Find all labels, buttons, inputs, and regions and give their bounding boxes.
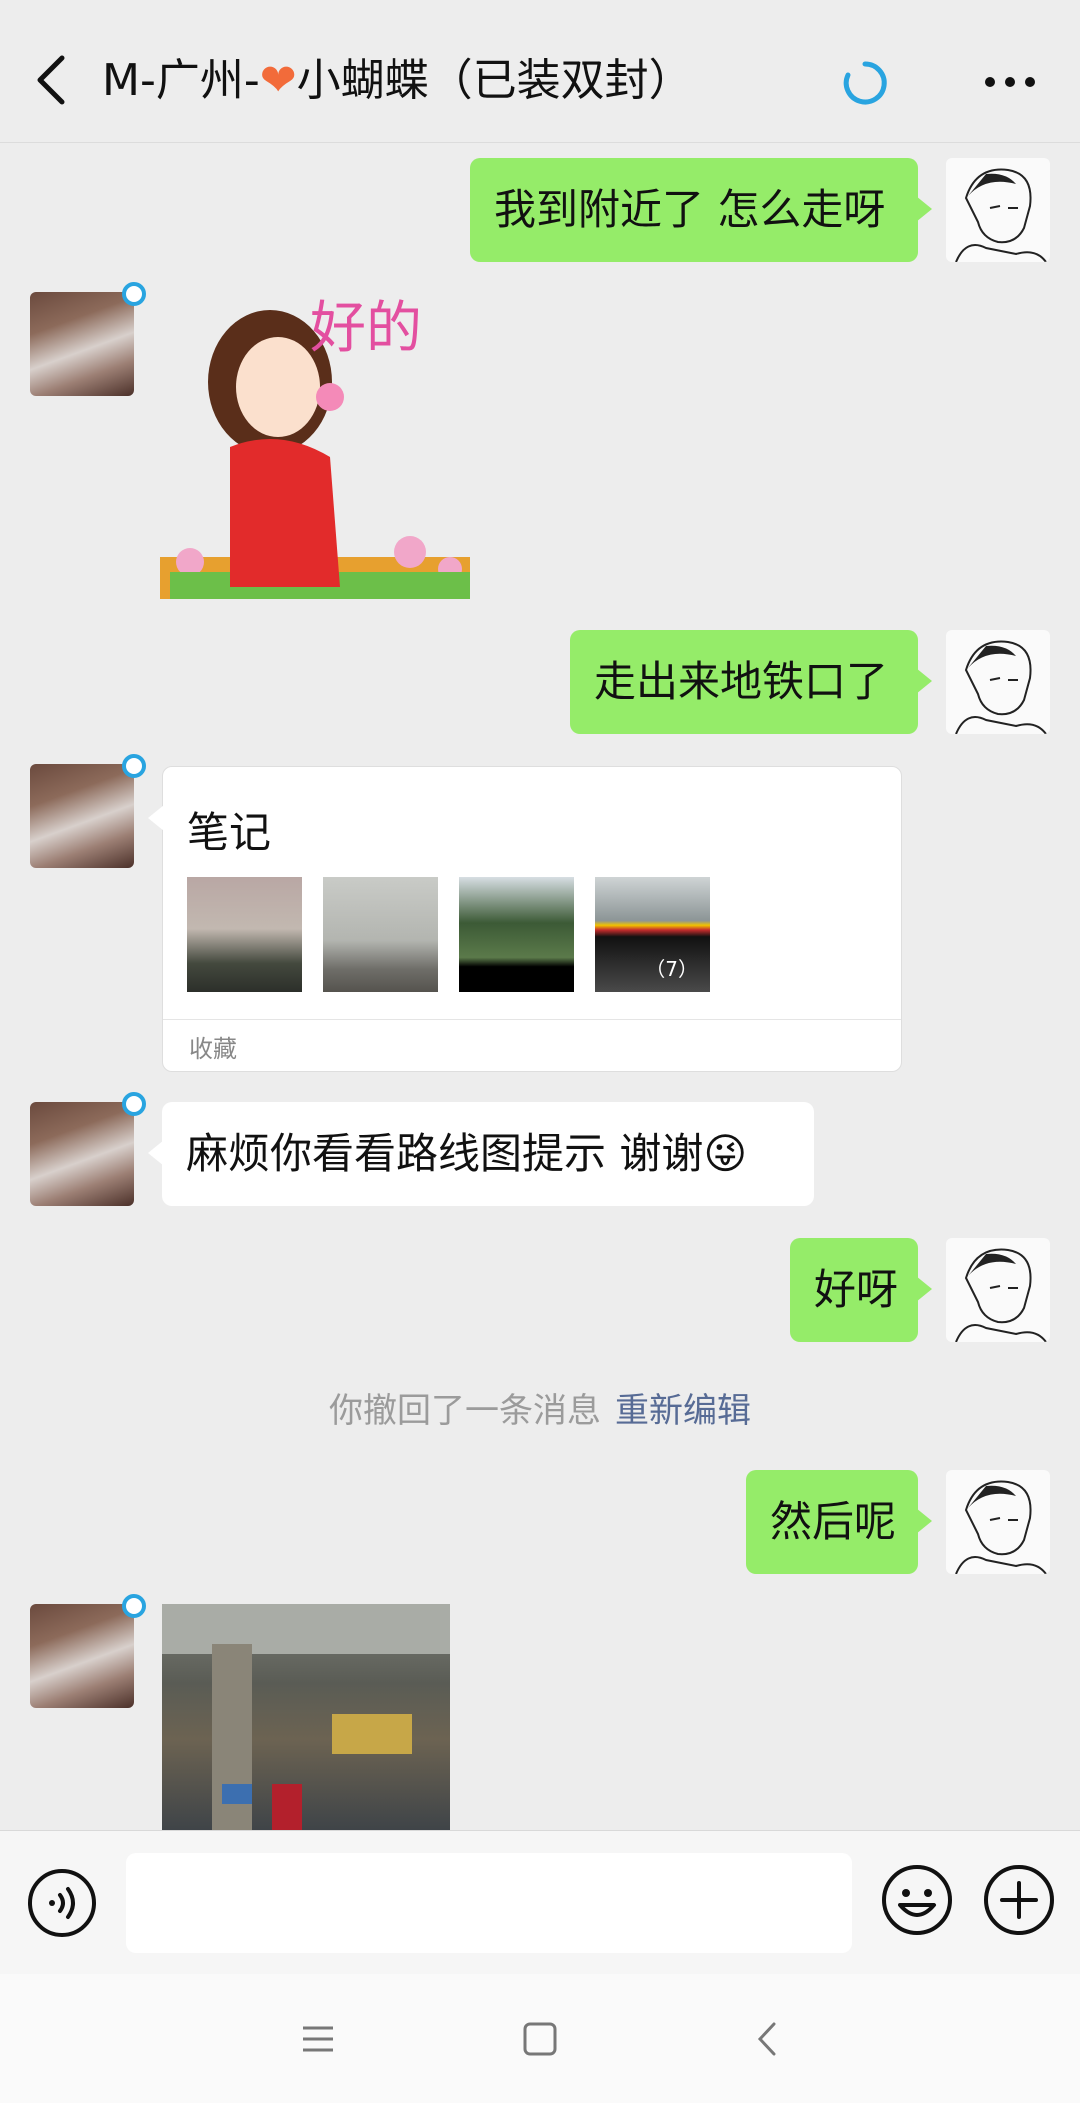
- sticker-image[interactable]: 好的: [160, 287, 470, 599]
- my-avatar[interactable]: [946, 158, 1050, 262]
- heart-emoji-icon: ❤: [259, 55, 297, 106]
- message-text: 麻烦你看看路线图提示 谢谢: [186, 1129, 704, 1178]
- my-message-bubble[interactable]: 走出来地铁口了: [570, 630, 932, 734]
- note-source-label: 收藏: [189, 1035, 237, 1063]
- contact-avatar[interactable]: [30, 764, 134, 868]
- voice-icon[interactable]: [26, 1867, 98, 1939]
- my-avatar[interactable]: [946, 1470, 1050, 1574]
- photo-message[interactable]: [162, 1604, 450, 1830]
- input-bar: [0, 1830, 1080, 1975]
- chat-title-suffix: 小蝴蝶（已装双封）: [296, 55, 693, 106]
- contact-avatar[interactable]: [30, 292, 134, 396]
- note-card[interactable]: 笔记 （7） 收藏: [148, 766, 902, 1072]
- emoji-smile-icon[interactable]: [880, 1863, 954, 1937]
- menu-icon[interactable]: [293, 2014, 343, 2064]
- my-avatar[interactable]: [946, 630, 1050, 734]
- my-message-bubble[interactable]: 好呀: [790, 1238, 932, 1342]
- contact-avatar[interactable]: [30, 1102, 134, 1206]
- note-thumbnail: [187, 877, 302, 992]
- online-status-dot: [122, 754, 146, 778]
- sketch-portrait-icon: [955, 640, 1047, 734]
- message-input[interactable]: [126, 1853, 852, 1953]
- chat-title[interactable]: M-广州-❤小蝴蝶（已装双封）: [102, 48, 693, 114]
- chat-header: M-广州-❤小蝴蝶（已装双封）: [0, 0, 1080, 143]
- note-thumbnail: [323, 877, 438, 992]
- my-message-bubble[interactable]: 然后呢: [746, 1470, 932, 1574]
- more-images-count: （7）: [645, 957, 698, 981]
- online-status-dot: [122, 1594, 146, 1618]
- wink-tongue-emoji-icon: 😜: [703, 1129, 748, 1178]
- sketch-portrait-icon: [955, 1480, 1047, 1574]
- recall-text: 你撤回了一条消息: [329, 1391, 601, 1431]
- my-avatar[interactable]: [946, 1238, 1050, 1342]
- back-icon[interactable]: [28, 50, 78, 110]
- contact-message-bubble[interactable]: 麻烦你看看路线图提示 谢谢😜: [148, 1102, 814, 1206]
- system-nav-bar: [0, 1974, 1080, 2103]
- divider: [163, 1019, 901, 1020]
- re-edit-link[interactable]: 重新编辑: [615, 1391, 751, 1431]
- sketch-portrait-icon: [955, 168, 1047, 262]
- recall-notice: 你撤回了一条消息 重新编辑: [0, 1386, 1080, 1436]
- message-text: 好呀: [814, 1265, 899, 1314]
- chat-title-prefix: M-广州-: [102, 55, 260, 106]
- online-status-dot: [122, 1092, 146, 1116]
- sticker-caption: 好的: [310, 296, 422, 361]
- online-status-dot: [122, 282, 146, 306]
- note-thumbnail: （7）: [595, 877, 710, 992]
- home-square-icon[interactable]: [515, 2014, 565, 2064]
- note-title: 笔记: [187, 808, 272, 857]
- more-dots-icon[interactable]: [980, 60, 1040, 104]
- message-text: 我到附近了 怎么走呀: [494, 185, 886, 234]
- contact-avatar[interactable]: [30, 1604, 134, 1708]
- back-nav-icon[interactable]: [742, 2014, 792, 2064]
- sketch-portrait-icon: [955, 1248, 1047, 1342]
- message-text: 走出来地铁口了: [594, 657, 889, 706]
- message-text: 然后呢: [770, 1497, 897, 1546]
- loading-ring-icon: [843, 61, 887, 105]
- plus-circle-icon[interactable]: [982, 1863, 1056, 1937]
- note-thumbnail: [459, 877, 574, 992]
- my-message-bubble[interactable]: 我到附近了 怎么走呀: [470, 158, 932, 262]
